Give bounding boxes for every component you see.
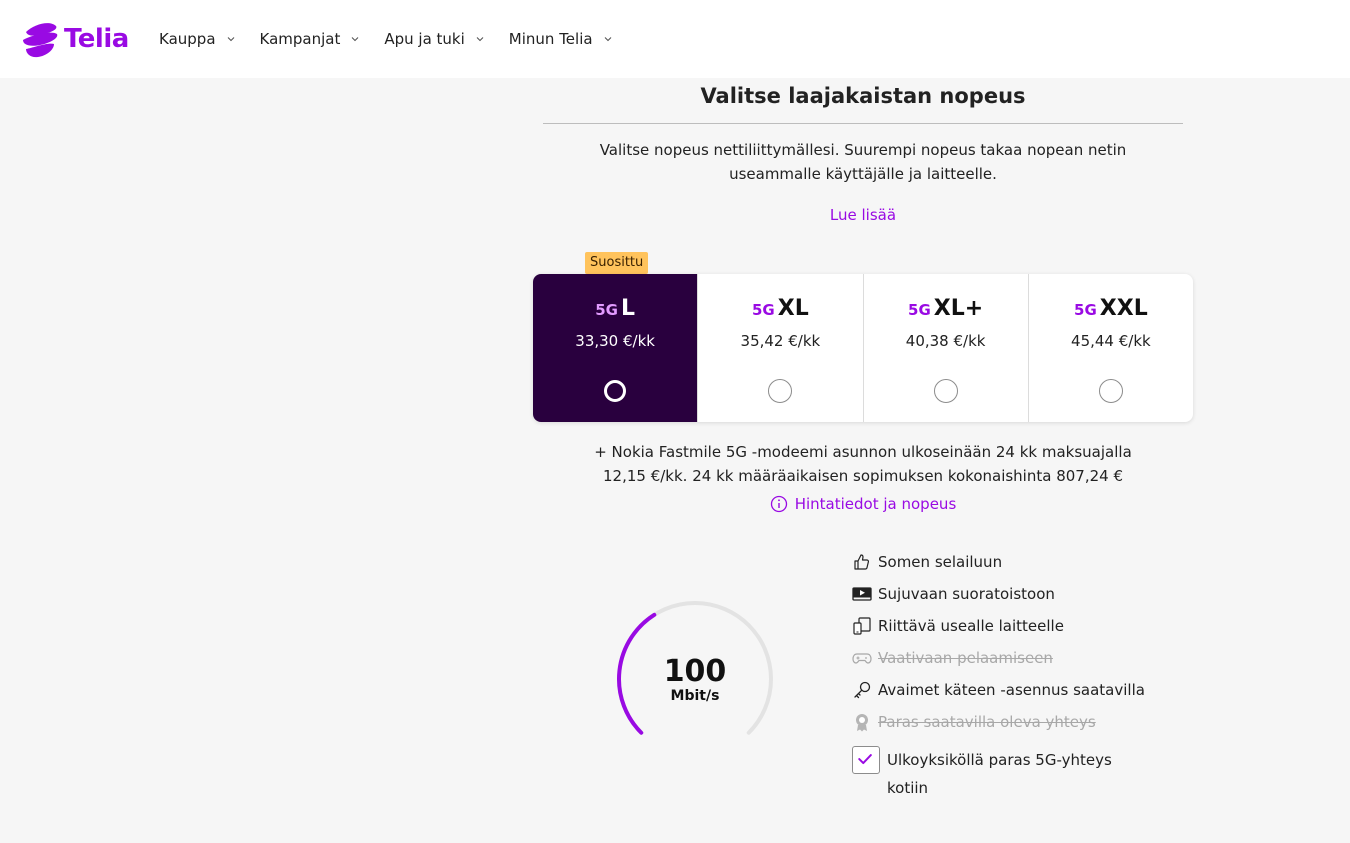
plan-radio[interactable] (768, 379, 793, 403)
plan-price: 40,38 €/kk (905, 332, 986, 350)
plan-radio[interactable] (1098, 379, 1123, 403)
plan-price: 35,42 €/kk (740, 332, 821, 350)
feature-label: Vaativaan pelaamiseen (878, 649, 1053, 667)
nav-item-label: Minun Telia (508, 30, 593, 48)
outdoor-unit-checkbox[interactable] (852, 746, 880, 774)
plan-size: XXL (1099, 296, 1148, 321)
feature-label: Riittävä usealle laitteelle (878, 617, 1064, 635)
info-icon (770, 495, 787, 513)
feature-label: Somen selailuun (878, 553, 1003, 571)
modem-info-text: + Nokia Fastmile 5G -modeemi asunnon ulk… (594, 443, 1132, 485)
speed-value: 100 (663, 654, 727, 689)
checkmark-icon (858, 754, 872, 765)
feature-item: Sujuvaan suoratoistoon (852, 578, 1152, 610)
nav-item-label: Kampanjat (259, 30, 341, 48)
feature-item: Somen selailuun (852, 546, 1152, 578)
plan-tech: 5G (1074, 301, 1097, 319)
plan-option-xl[interactable]: 5G XL 35,42 €/kk (697, 274, 862, 422)
award-icon (856, 714, 868, 732)
plan-size: XL+ (933, 296, 984, 321)
plan-option-xxl[interactable]: 5G XXL 45,44 €/kk (1027, 274, 1193, 422)
thumbs-up-icon (854, 554, 870, 570)
gamepad-icon (852, 653, 872, 664)
plan-name: 5G XXL (1029, 296, 1193, 321)
plan-option-l[interactable]: 5G L 33,30 €/kk (533, 274, 698, 422)
plan-tech: 5G (908, 301, 931, 319)
chevron-down-icon (476, 37, 484, 42)
feature-item-unavailable: Vaativaan pelaamiseen (852, 642, 1152, 674)
nav-item-kauppa[interactable]: Kauppa (159, 30, 236, 48)
plan-option-xl-plus[interactable]: 5G XL+ 40,38 €/kk (862, 274, 1028, 422)
nav-item-minun-telia[interactable]: Minun Telia (509, 30, 613, 48)
section-intro: Valitse nopeus nettiliittymällesi. Suure… (599, 141, 1127, 183)
nav-item-kampanjat[interactable]: Kampanjat (260, 30, 361, 48)
feature-item: Avaimet käteen -asennus saatavilla (852, 674, 1152, 706)
plan-price: 45,44 €/kk (1071, 332, 1151, 350)
feature-item-unavailable: Paras saatavilla oleva yhteys (852, 706, 1152, 738)
feature-item: Riittävä usealle laitteelle (852, 610, 1152, 642)
brand-name: Telia (64, 24, 129, 54)
feature-label: Paras saatavilla oleva yhteys (878, 713, 1096, 731)
telia-logo-icon (23, 23, 58, 58)
plan-size: L (620, 296, 636, 321)
nav-item-apu-ja-tuki[interactable]: Apu ja tuki (384, 30, 484, 48)
devices-icon (853, 617, 871, 635)
nav-item-label: Kauppa (159, 30, 216, 48)
title-divider (543, 123, 1183, 124)
plan-name: 5G L (533, 296, 697, 321)
outdoor-unit-label[interactable]: Ulkoyksiköllä paras 5G-yhteys kotiin (887, 746, 1117, 802)
nav-item-label: Apu ja tuki (384, 30, 465, 48)
speed-unit: Mbit/s (670, 688, 720, 704)
video-play-icon (852, 587, 872, 601)
chevron-down-icon (351, 37, 359, 42)
telia-logo[interactable]: Telia (20, 18, 129, 60)
site-header: Telia Kauppa Kampanjat Apu ja tuki Minun… (0, 0, 1350, 78)
plan-name: 5G XL+ (864, 296, 1028, 321)
price-info-label: Hintatiedot ja nopeus (794, 495, 957, 513)
plan-radio[interactable] (933, 379, 958, 403)
plan-name: 5G XL (698, 296, 862, 321)
feature-list: Somen selailuun Sujuvaan suoratoistoon R… (852, 546, 1152, 738)
plan-radio[interactable] (604, 380, 627, 402)
read-more-link[interactable]: Lue lisää (543, 206, 1183, 224)
main-nav: Kauppa Kampanjat Apu ja tuki Minun Telia (159, 30, 637, 48)
plan-selector: 5G L 33,30 €/kk 5G XL 35,42 €/kk 5G XL+ 40,… (533, 274, 1193, 422)
feature-label: Sujuvaan suoratoistoon (878, 585, 1055, 603)
feature-label: Avaimet käteen -asennus saatavilla (878, 681, 1145, 699)
plan-tech: 5G (595, 301, 618, 319)
plan-price: 33,30 €/kk (575, 332, 655, 350)
outdoor-unit-option: Ulkoyksiköllä paras 5G-yhteys kotiin (852, 746, 1152, 802)
plan-size: XL (777, 296, 809, 321)
chevron-down-icon (604, 37, 611, 42)
popular-badge: Suosittu (585, 252, 649, 274)
price-info-link[interactable]: Hintatiedot ja nopeus (543, 495, 1183, 513)
section-title: Valitse laajakaistan nopeus (700, 84, 1026, 108)
chevron-down-icon (227, 37, 234, 42)
key-icon (854, 681, 871, 699)
plan-tech: 5G (752, 301, 775, 319)
